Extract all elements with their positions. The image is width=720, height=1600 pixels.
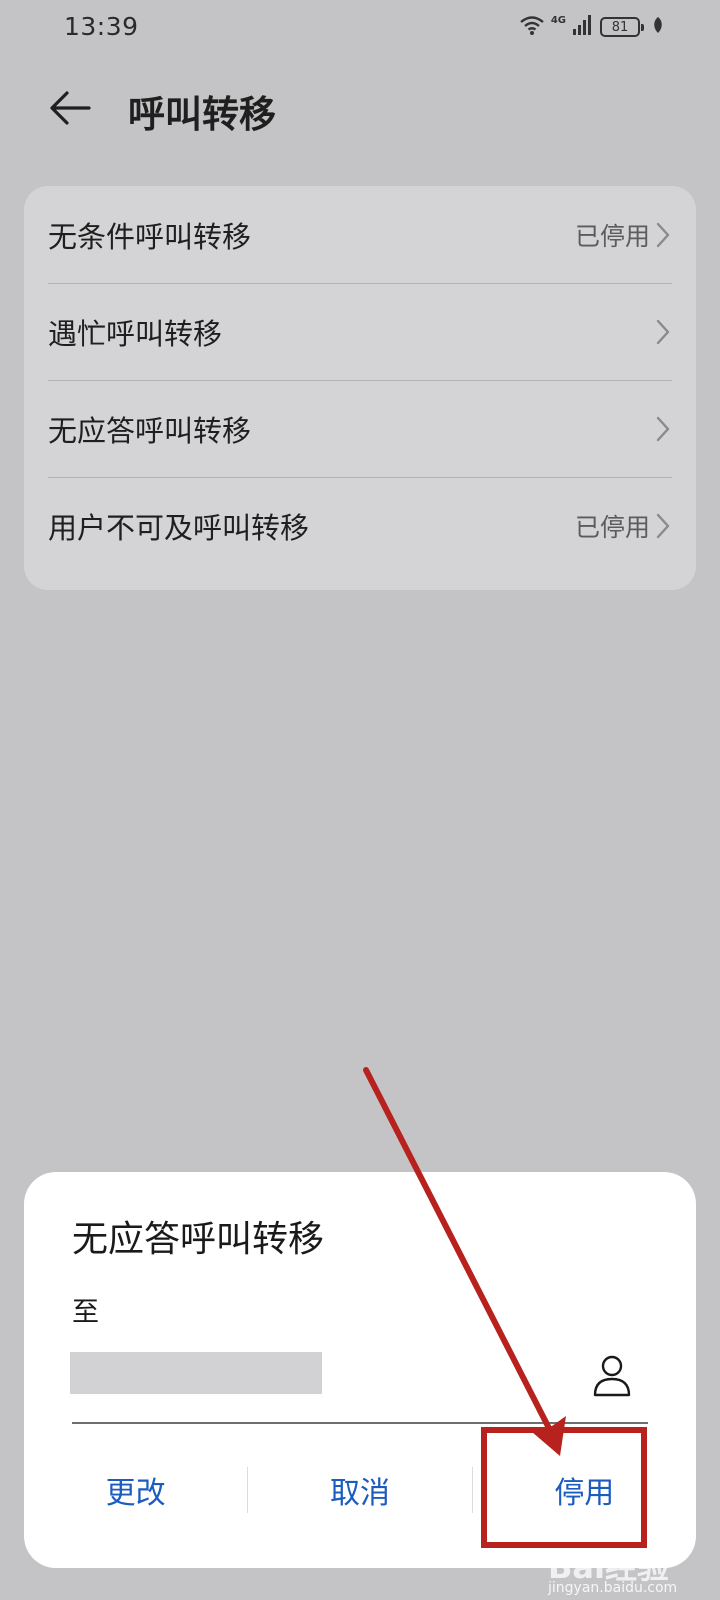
chevron-right-icon bbox=[656, 416, 670, 442]
signal-icon bbox=[572, 14, 594, 40]
item-label: 遇忙呼叫转移 bbox=[48, 316, 223, 351]
list-item-unconditional[interactable]: 无条件呼叫转移 已停用 bbox=[24, 186, 696, 283]
list-item-unreachable[interactable]: 用户不可及呼叫转移 已停用 bbox=[24, 477, 696, 574]
chevron-right-icon bbox=[656, 222, 670, 248]
call-forwarding-list: 无条件呼叫转移 已停用 遇忙呼叫转移 无应答呼叫转移 用户不可及呼叫转移 已停用 bbox=[24, 186, 696, 590]
watermark: Bai经验 jingyan.baidu.com bbox=[548, 1542, 698, 1596]
change-button[interactable]: 更改 bbox=[24, 1468, 247, 1512]
status-time: 13:39 bbox=[64, 12, 139, 41]
back-button[interactable] bbox=[40, 78, 100, 138]
chevron-right-icon bbox=[656, 319, 670, 345]
item-label: 用户不可及呼叫转移 bbox=[48, 510, 310, 545]
forward-number-input[interactable] bbox=[70, 1352, 322, 1394]
network-type: 4G bbox=[550, 14, 566, 26]
list-item-busy[interactable]: 遇忙呼叫转移 bbox=[24, 283, 696, 380]
list-item-no-answer[interactable]: 无应答呼叫转移 bbox=[24, 380, 696, 477]
item-label: 无应答呼叫转移 bbox=[48, 413, 252, 448]
wifi-icon bbox=[519, 14, 545, 40]
contact-picker-button[interactable] bbox=[588, 1350, 636, 1400]
input-underline bbox=[72, 1422, 648, 1424]
watermark-url: jingyan.baidu.com bbox=[548, 1580, 678, 1596]
highlight-box bbox=[481, 1427, 647, 1548]
arrow-left-icon bbox=[50, 91, 91, 125]
app-header: 呼叫转移 bbox=[0, 70, 720, 146]
person-icon bbox=[593, 1355, 631, 1397]
dialog-title: 无应答呼叫转移 bbox=[72, 1219, 325, 1260]
status-icons: 4G 81 bbox=[519, 14, 664, 40]
item-status: 已停用 bbox=[574, 221, 650, 251]
cancel-button[interactable]: 取消 bbox=[248, 1468, 471, 1512]
screen: 13:39 4G 81 呼叫转移 无条件呼叫转移 已停用 遇忙呼叫转移 无应答呼… bbox=[0, 0, 720, 1600]
page-title: 呼叫转移 bbox=[128, 93, 276, 136]
status-bar: 13:39 4G 81 bbox=[0, 0, 720, 52]
item-label: 无条件呼叫转移 bbox=[48, 219, 252, 254]
battery-icon: 81 bbox=[600, 17, 644, 37]
forward-to-label: 至 bbox=[72, 1297, 99, 1328]
leaf-icon bbox=[652, 16, 664, 38]
chevron-right-icon bbox=[656, 513, 670, 539]
battery-level: 81 bbox=[611, 19, 629, 35]
item-status: 已停用 bbox=[574, 512, 650, 542]
